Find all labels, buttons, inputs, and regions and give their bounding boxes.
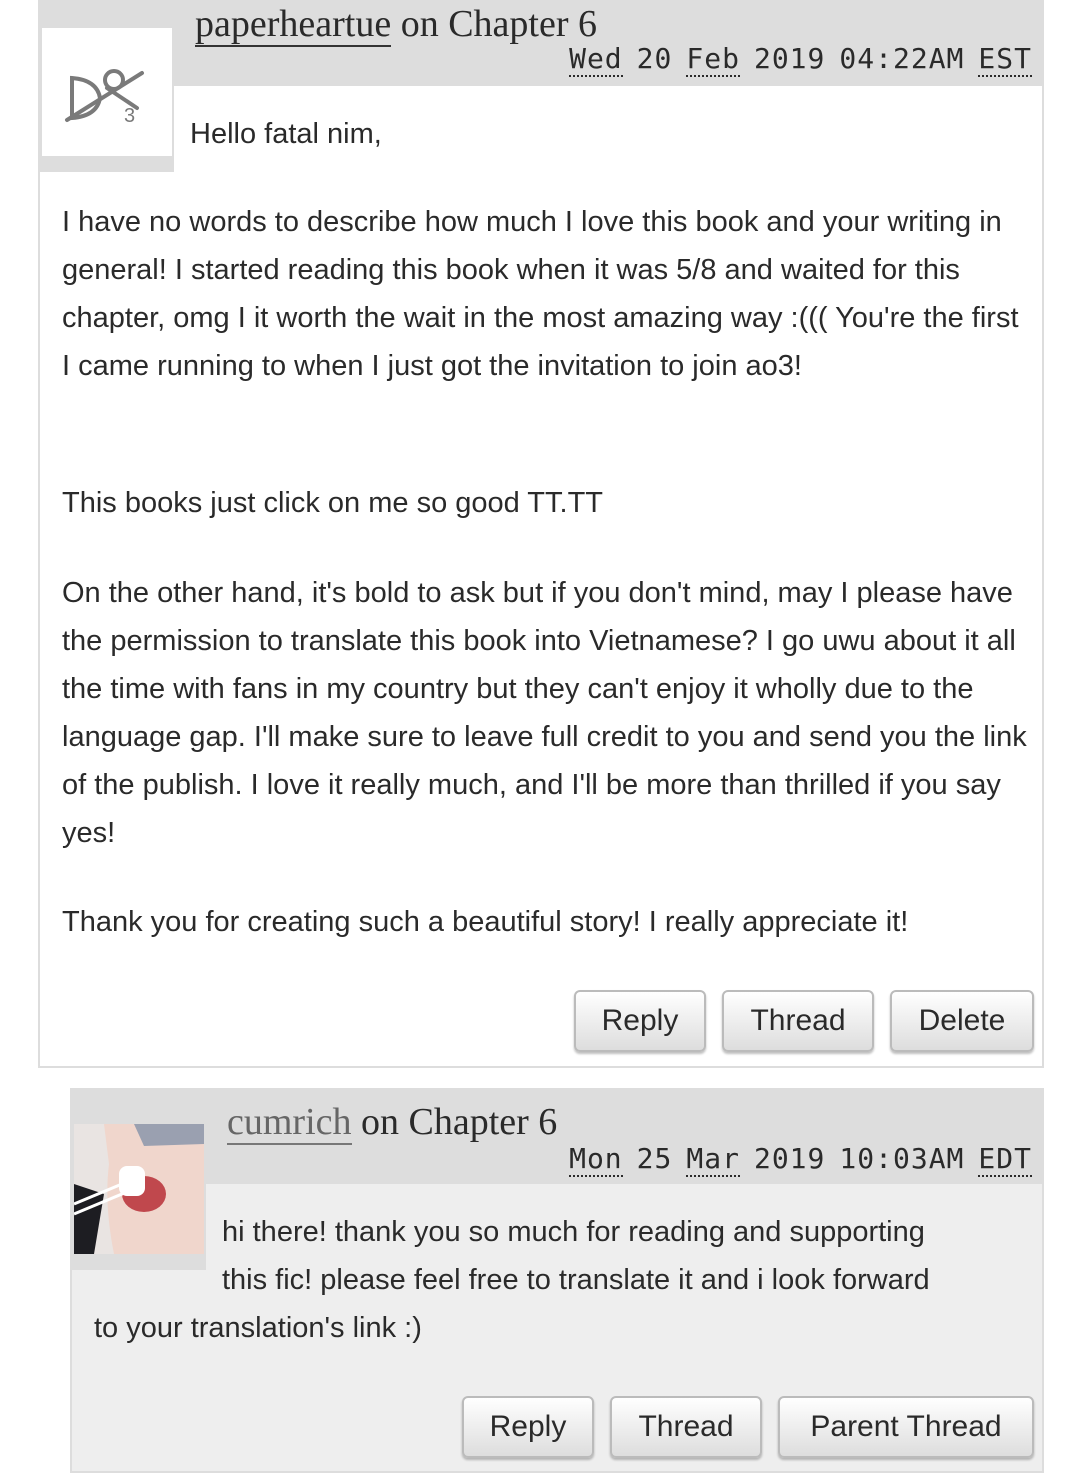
comment-datetime: Mon 25 Mar 2019 10:03AM EDT <box>569 1142 1032 1177</box>
author-link[interactable]: paperheartue <box>195 3 392 47</box>
thread-button[interactable]: Thread <box>722 990 874 1052</box>
comment-line: to your translation's link :) <box>94 1312 422 1344</box>
comment-line: hi there! thank you so much for reading … <box>222 1216 925 1248</box>
time: 10:03AM <box>839 1142 965 1175</box>
comment-paragraph: Thank you for creating such a beautiful … <box>62 906 909 938</box>
timezone: EST <box>978 42 1032 77</box>
month: Feb <box>686 42 740 77</box>
comment-paragraph: I have no words to describe how much I l… <box>62 206 1019 382</box>
month: Mar <box>686 1142 740 1177</box>
comment-heading: cumrich on Chapter 6 <box>227 1100 558 1145</box>
timezone: EDT <box>978 1142 1032 1177</box>
ao3-default-avatar-icon[interactable]: 3 <box>42 28 172 156</box>
author-link[interactable]: cumrich <box>227 1101 352 1145</box>
comment-heading: paperheartue on Chapter 6 <box>195 2 597 47</box>
comment-paperheartue: 3 paperheartue on Chapter 6 Wed 20 Feb 2019… <box>38 0 1044 1068</box>
avatar-frame: 3 <box>40 28 174 172</box>
comment-datetime: Wed 20 Feb 2019 04:22AM EST <box>569 42 1032 77</box>
comment-line: this fic! please feel free to translate … <box>222 1264 930 1296</box>
comment-paragraph: On the other hand, it's bold to ask but … <box>62 577 1027 849</box>
comment-cumrich: cumrich on Chapter 6 Mon 25 Mar 2019 10:03AM… <box>70 1088 1044 1473</box>
reply-button[interactable]: Reply <box>574 990 706 1052</box>
year: 2019 <box>753 42 826 75</box>
comment-paragraph: This books just click on me so good TT.T… <box>62 487 604 519</box>
day: 20 <box>636 42 673 75</box>
thread-button[interactable]: Thread <box>610 1396 762 1458</box>
chapter-label: on Chapter 6 <box>361 1101 558 1143</box>
weekday: Wed <box>569 42 623 77</box>
reply-button[interactable]: Reply <box>462 1396 594 1458</box>
day: 25 <box>636 1142 673 1175</box>
parent-thread-button[interactable]: Parent Thread <box>778 1396 1034 1458</box>
time: 04:22AM <box>839 42 965 75</box>
user-photo-avatar[interactable] <box>74 1124 204 1254</box>
year: 2019 <box>753 1142 826 1175</box>
comment-greeting: Hello fatal nim, <box>190 118 382 150</box>
delete-button[interactable]: Delete <box>890 990 1034 1052</box>
weekday: Mon <box>569 1142 623 1177</box>
chapter-label: on Chapter 6 <box>400 3 597 45</box>
avatar-frame <box>72 1124 206 1270</box>
svg-text:3: 3 <box>124 105 135 127</box>
